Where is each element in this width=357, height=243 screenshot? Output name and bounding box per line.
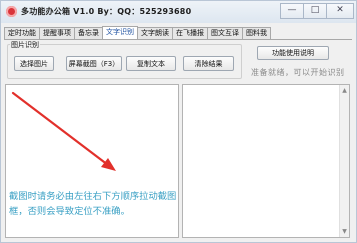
result-scrollbar[interactable]: ▲ ▼	[339, 85, 349, 237]
result-text-pane[interactable]: ▲ ▼	[182, 84, 350, 238]
instruction-text: 截图时请务必由左往右下方顺序拉动截图框，否则会导致定位不准确。	[9, 191, 177, 217]
scroll-down-icon[interactable]: ▼	[340, 227, 349, 236]
scroll-up-icon[interactable]: ▲	[340, 86, 349, 95]
